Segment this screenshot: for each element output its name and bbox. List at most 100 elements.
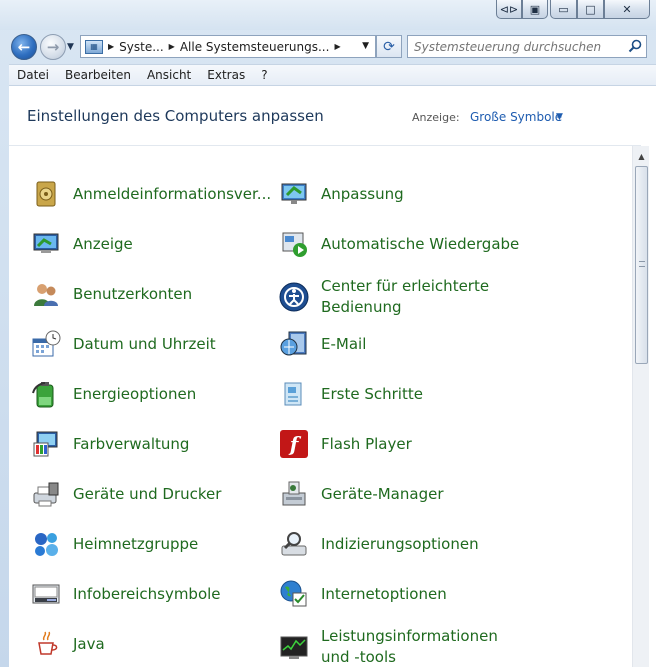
view-label: Anzeige: bbox=[412, 111, 460, 124]
breadcrumb-item-system[interactable]: Syste... bbox=[119, 40, 164, 54]
item-date-time[interactable]: Datum und Uhrzeit bbox=[29, 322, 279, 366]
item-ease-of-access[interactable]: Center für erleichterte Bedienung bbox=[277, 272, 527, 322]
indexing-options-icon bbox=[277, 527, 311, 561]
item-devices-printers[interactable]: Geräte und Drucker bbox=[29, 472, 279, 516]
flash-player-icon: f bbox=[277, 427, 311, 461]
item-power-options[interactable]: Energieoptionen bbox=[29, 372, 279, 416]
personalization-icon bbox=[277, 177, 311, 211]
getting-started-icon bbox=[277, 377, 311, 411]
recent-pages-dropdown-icon[interactable]: ▼ bbox=[67, 42, 74, 52]
refresh-button[interactable]: ⟳ bbox=[376, 35, 402, 58]
snap-button[interactable]: ⊲⊳ bbox=[496, 0, 522, 19]
menu-view[interactable]: Ansicht bbox=[139, 68, 199, 82]
item-color-management[interactable]: Farbverwaltung bbox=[29, 422, 279, 466]
search-icon[interactable] bbox=[628, 39, 642, 53]
item-label: Internetoptionen bbox=[321, 584, 447, 603]
item-label: Geräte und Drucker bbox=[73, 484, 222, 503]
item-user-accounts[interactable]: Benutzerkonten bbox=[29, 272, 279, 316]
power-options-icon bbox=[29, 377, 63, 411]
scroll-grip-icon bbox=[639, 261, 645, 267]
item-label: Anzeige bbox=[73, 234, 133, 253]
devices-printers-icon bbox=[29, 477, 63, 511]
item-label: Flash Player bbox=[321, 434, 412, 453]
search-input[interactable] bbox=[414, 39, 624, 54]
item-label: Indizierungsoptionen bbox=[321, 534, 479, 553]
item-label: Erste Schritte bbox=[321, 384, 423, 403]
breadcrumb-chevron-icon[interactable]: ▶ bbox=[334, 42, 340, 51]
date-time-icon bbox=[29, 327, 63, 361]
item-label: E-Mail bbox=[321, 334, 367, 353]
breadcrumb-chevron-icon[interactable]: ▶ bbox=[108, 42, 114, 51]
item-label: Geräte-Manager bbox=[321, 484, 444, 503]
ease-of-access-icon bbox=[277, 280, 311, 314]
item-display[interactable]: Anzeige bbox=[29, 222, 279, 266]
item-homegroup[interactable]: Heimnetzgruppe bbox=[29, 522, 279, 566]
item-label: Anmeldeinformationsver... bbox=[73, 184, 272, 203]
title-bar: ⊲⊳ ▣ ▭ □ ✕ bbox=[0, 0, 656, 30]
autoplay-icon bbox=[277, 227, 311, 261]
scroll-thumb[interactable] bbox=[635, 166, 648, 364]
credential-manager-icon bbox=[29, 177, 63, 211]
item-personalization[interactable]: Anpassung bbox=[277, 172, 527, 216]
item-flash-player[interactable]: f Flash Player bbox=[277, 422, 527, 466]
color-management-icon bbox=[29, 427, 63, 461]
menu-bar: Datei Bearbeiten Ansicht Extras ? bbox=[9, 64, 656, 86]
item-label: Leistungsinformationen und -tools bbox=[321, 627, 498, 666]
item-mail[interactable]: E-Mail bbox=[277, 322, 527, 366]
menu-help[interactable]: ? bbox=[253, 68, 275, 82]
restore-layout-button[interactable]: ▣ bbox=[522, 0, 548, 19]
breadcrumb-chevron-icon[interactable]: ▶ bbox=[169, 42, 175, 51]
menu-file[interactable]: Datei bbox=[9, 68, 57, 82]
device-manager-icon bbox=[277, 477, 311, 511]
item-java[interactable]: Java bbox=[29, 622, 279, 666]
content-pane: Einstellungen des Computers anpassen Anz… bbox=[9, 86, 656, 667]
notification-area-icon bbox=[29, 577, 63, 611]
item-label: Heimnetzgruppe bbox=[73, 534, 199, 553]
chevron-down-icon[interactable]: ▼ bbox=[556, 112, 563, 122]
item-internet-options[interactable]: Internetoptionen bbox=[277, 572, 527, 616]
item-label: Benutzerkonten bbox=[73, 284, 193, 303]
mail-icon bbox=[277, 327, 311, 361]
minimize-button[interactable]: ▭ bbox=[550, 0, 577, 19]
item-device-manager[interactable]: Geräte-Manager bbox=[277, 472, 527, 516]
internet-options-icon bbox=[277, 577, 311, 611]
performance-info-icon bbox=[277, 630, 311, 664]
item-label: Datum und Uhrzeit bbox=[73, 334, 216, 353]
menu-edit[interactable]: Bearbeiten bbox=[57, 68, 139, 82]
extra-window-buttons: ⊲⊳ ▣ bbox=[496, 0, 548, 19]
item-label: Infobereichsymbole bbox=[73, 584, 221, 603]
java-icon bbox=[29, 627, 63, 661]
item-label: Energieoptionen bbox=[73, 384, 197, 403]
item-indexing-options[interactable]: Indizierungsoptionen bbox=[277, 522, 527, 566]
control-panel-icon: ▦ bbox=[85, 39, 103, 54]
page-title: Einstellungen des Computers anpassen bbox=[27, 107, 324, 125]
back-button[interactable]: ← bbox=[11, 34, 37, 60]
address-dropdown-icon[interactable]: ▼ bbox=[362, 41, 369, 51]
navigation-bar: ← → ▼ ▦ ▶ Syste... ▶ Alle Systemsteuerun… bbox=[0, 30, 656, 64]
item-performance-info[interactable]: Leistungsinformationen und -tools bbox=[277, 622, 527, 667]
search-box[interactable] bbox=[407, 35, 647, 58]
user-accounts-icon bbox=[29, 277, 63, 311]
item-getting-started[interactable]: Erste Schritte bbox=[277, 372, 527, 416]
item-label: Farbverwaltung bbox=[73, 434, 190, 453]
item-label: Anpassung bbox=[321, 184, 404, 203]
content-header: Einstellungen des Computers anpassen Anz… bbox=[9, 86, 641, 146]
menu-tools[interactable]: Extras bbox=[199, 68, 253, 82]
address-bar[interactable]: ▦ ▶ Syste... ▶ Alle Systemsteuerungs... … bbox=[80, 35, 376, 58]
view-mode-dropdown[interactable]: Große Symbole bbox=[470, 110, 562, 124]
breadcrumb-item-all-control-panel[interactable]: Alle Systemsteuerungs... bbox=[180, 40, 330, 54]
display-icon bbox=[29, 227, 63, 261]
vertical-scrollbar[interactable]: ▲ bbox=[632, 146, 649, 667]
caption-buttons: ▭ □ ✕ bbox=[550, 0, 650, 19]
item-credential-manager[interactable]: Anmeldeinformationsver... bbox=[29, 172, 279, 216]
item-label: Java bbox=[73, 634, 105, 653]
homegroup-icon bbox=[29, 527, 63, 561]
forward-button[interactable]: → bbox=[40, 34, 66, 60]
item-label: Center für erleichterte Bedienung bbox=[321, 277, 490, 316]
scroll-up-icon[interactable]: ▲ bbox=[633, 148, 650, 164]
item-autoplay[interactable]: Automatische Wiedergabe bbox=[277, 222, 527, 266]
item-notification-area[interactable]: Infobereichsymbole bbox=[29, 572, 279, 616]
item-label: Automatische Wiedergabe bbox=[321, 234, 520, 253]
maximize-button[interactable]: □ bbox=[577, 0, 604, 19]
close-button[interactable]: ✕ bbox=[604, 0, 650, 19]
